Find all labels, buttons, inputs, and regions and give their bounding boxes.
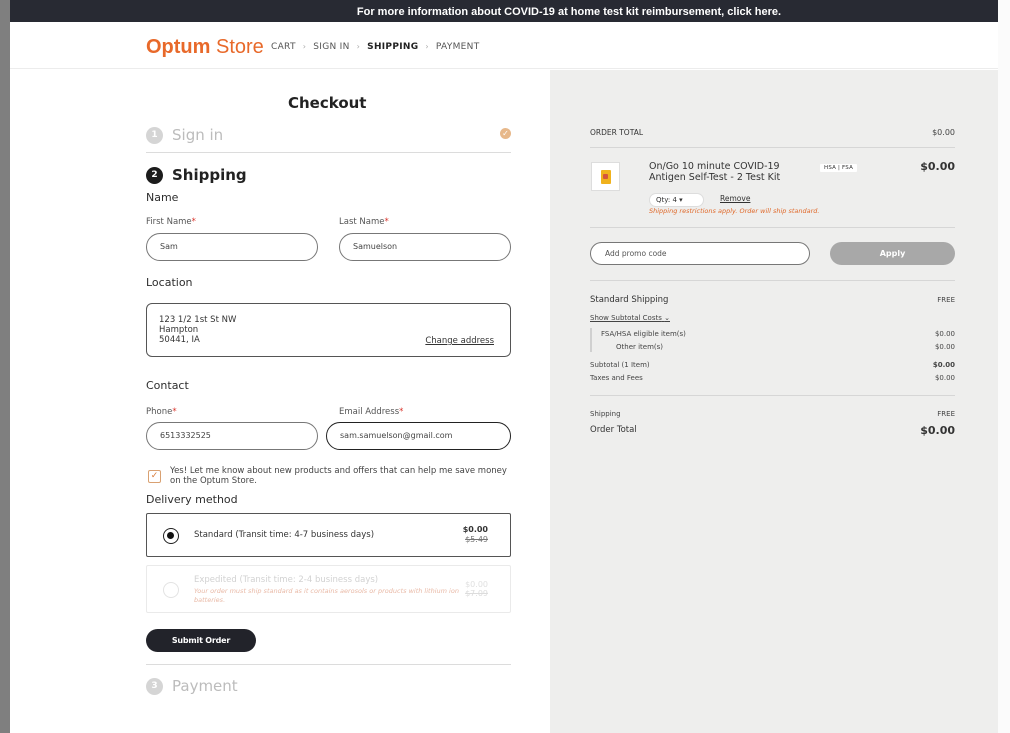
address-card: 123 1/2 1st St NW Hampton 50441, IA Chan… xyxy=(146,303,511,357)
breadcrumb-payment: PAYMENT xyxy=(435,42,480,52)
order-total-label: Order Total xyxy=(590,425,637,435)
step-number-payment: 3 xyxy=(146,678,163,695)
other-items-label: Other item(s) xyxy=(616,343,664,351)
order-total-value: $0.00 xyxy=(920,424,955,437)
contact-section-label: Contact xyxy=(146,379,189,392)
hsa-fsa-badge: HSA | FSA xyxy=(820,164,858,172)
step-number-shipping: 2 xyxy=(146,167,163,184)
radio-disabled-icon xyxy=(163,582,179,598)
first-name-field[interactable]: Sam xyxy=(146,233,318,261)
breadcrumb-sign-in[interactable]: SIGN IN xyxy=(313,42,349,52)
radio-selected-icon[interactable] xyxy=(163,528,179,544)
expedited-price: $0.00 xyxy=(465,580,488,589)
subtotal-label: Subtotal (1 Item) xyxy=(590,361,650,369)
delivery-option-expedited: Expedited (Transit time: 2-4 business da… xyxy=(146,565,511,613)
divider xyxy=(146,152,511,153)
promo-code-input[interactable]: Add promo code xyxy=(590,242,810,265)
phone-label: Phone* xyxy=(146,407,177,417)
remove-item-link[interactable]: Remove xyxy=(720,194,750,203)
expedited-note: Your order must ship standard as it cont… xyxy=(194,587,459,604)
fsa-items-label: FSA/HSA eligible item(s) xyxy=(601,330,686,338)
product-image xyxy=(591,162,620,191)
banner-text[interactable]: For more information about COVID-19 at h… xyxy=(357,6,781,18)
shipping-restriction-note: Shipping restrictions apply. Order will … xyxy=(649,207,820,215)
email-label: Email Address* xyxy=(339,407,404,417)
first-name-label: First Name* xyxy=(146,217,196,227)
optum-store-logo[interactable]: Optum Store xyxy=(146,36,264,59)
submit-order-button[interactable]: Submit Order xyxy=(146,629,256,652)
quantity-select[interactable]: Qty: 4 ▾ xyxy=(649,193,704,207)
show-subtotal-link[interactable]: Show Subtotal Costs ⌄ xyxy=(590,314,670,322)
shipping-value: FREE xyxy=(937,410,955,418)
divider xyxy=(590,395,955,396)
standard-shipping-label: Standard Shipping xyxy=(590,295,669,305)
email-field[interactable]: sam.samuelson@gmail.com xyxy=(326,422,511,450)
taxes-label: Taxes and Fees xyxy=(590,374,643,382)
address-line-3: 50441, IA xyxy=(159,335,200,345)
product-name[interactable]: On/Go 10 minute COVID-19 Antigen Self-Te… xyxy=(649,161,809,183)
expedited-delivery-label: Expedited (Transit time: 2-4 business da… xyxy=(194,575,379,585)
site-header: Optum Store CART › SIGN IN › SHIPPING › PAYMEN… xyxy=(10,22,998,69)
divider xyxy=(590,147,955,148)
window-frame-left xyxy=(0,0,10,733)
phone-field[interactable]: 6513332525 xyxy=(146,422,318,450)
window-frame-right xyxy=(998,0,1010,733)
breadcrumb: CART › SIGN IN › SHIPPING › PAYMENT xyxy=(271,42,480,52)
product-price: $0.00 xyxy=(920,160,955,173)
breadcrumb-shipping: SHIPPING xyxy=(367,42,419,52)
step-shipping-label: Shipping xyxy=(172,166,247,184)
name-section-label: Name xyxy=(146,191,179,204)
step-sign-in-label[interactable]: Sign in xyxy=(172,126,223,144)
delivery-option-standard[interactable]: Standard (Transit time: 4-7 business day… xyxy=(146,513,511,557)
apply-promo-button[interactable]: Apply xyxy=(830,242,955,265)
address-line-2: Hampton xyxy=(159,325,199,335)
other-items-value: $0.00 xyxy=(934,343,955,351)
chevron-down-icon: ⌄ xyxy=(664,314,670,322)
subtotal-value: $0.00 xyxy=(932,361,955,369)
checkmark-icon: ✓ xyxy=(500,128,511,139)
chevron-down-icon: ▾ xyxy=(679,196,683,204)
order-total-header-value: $0.00 xyxy=(932,128,955,137)
change-address-link[interactable]: Change address xyxy=(425,336,494,346)
order-total-header-label: ORDER TOTAL xyxy=(590,128,644,137)
standard-old-price: $5.49 xyxy=(465,535,488,544)
address-line-1: 123 1/2 1st St NW xyxy=(159,315,237,325)
standard-delivery-label: Standard (Transit time: 4-7 business day… xyxy=(194,530,375,540)
last-name-field[interactable]: Samuelson xyxy=(339,233,511,261)
chevron-right-icon: › xyxy=(356,42,361,51)
last-name-label: Last Name* xyxy=(339,217,389,227)
step-payment-label: Payment xyxy=(172,677,238,695)
chevron-right-icon: › xyxy=(302,42,307,51)
chevron-right-icon: › xyxy=(425,42,429,51)
subtotal-detail-bar xyxy=(590,328,592,352)
divider xyxy=(590,227,955,228)
divider xyxy=(146,664,511,665)
fsa-items-value: $0.00 xyxy=(934,330,955,338)
divider xyxy=(590,280,955,281)
optin-checkbox[interactable]: ✓ xyxy=(148,470,161,483)
standard-shipping-value: FREE xyxy=(937,296,955,304)
delivery-section-label: Delivery method xyxy=(146,493,238,506)
page-title: Checkout xyxy=(288,94,367,112)
standard-price: $0.00 xyxy=(462,525,488,534)
expedited-old-price: $7.09 xyxy=(465,589,488,598)
taxes-value: $0.00 xyxy=(934,374,955,382)
covid-info-banner[interactable]: For more information about COVID-19 at h… xyxy=(10,0,998,22)
location-section-label: Location xyxy=(146,276,193,289)
optin-label: Yes! Let me know about new products and … xyxy=(170,466,507,486)
step-number-sign-in: 1 xyxy=(146,127,163,144)
breadcrumb-cart[interactable]: CART xyxy=(271,42,296,52)
shipping-label: Shipping xyxy=(590,410,621,418)
